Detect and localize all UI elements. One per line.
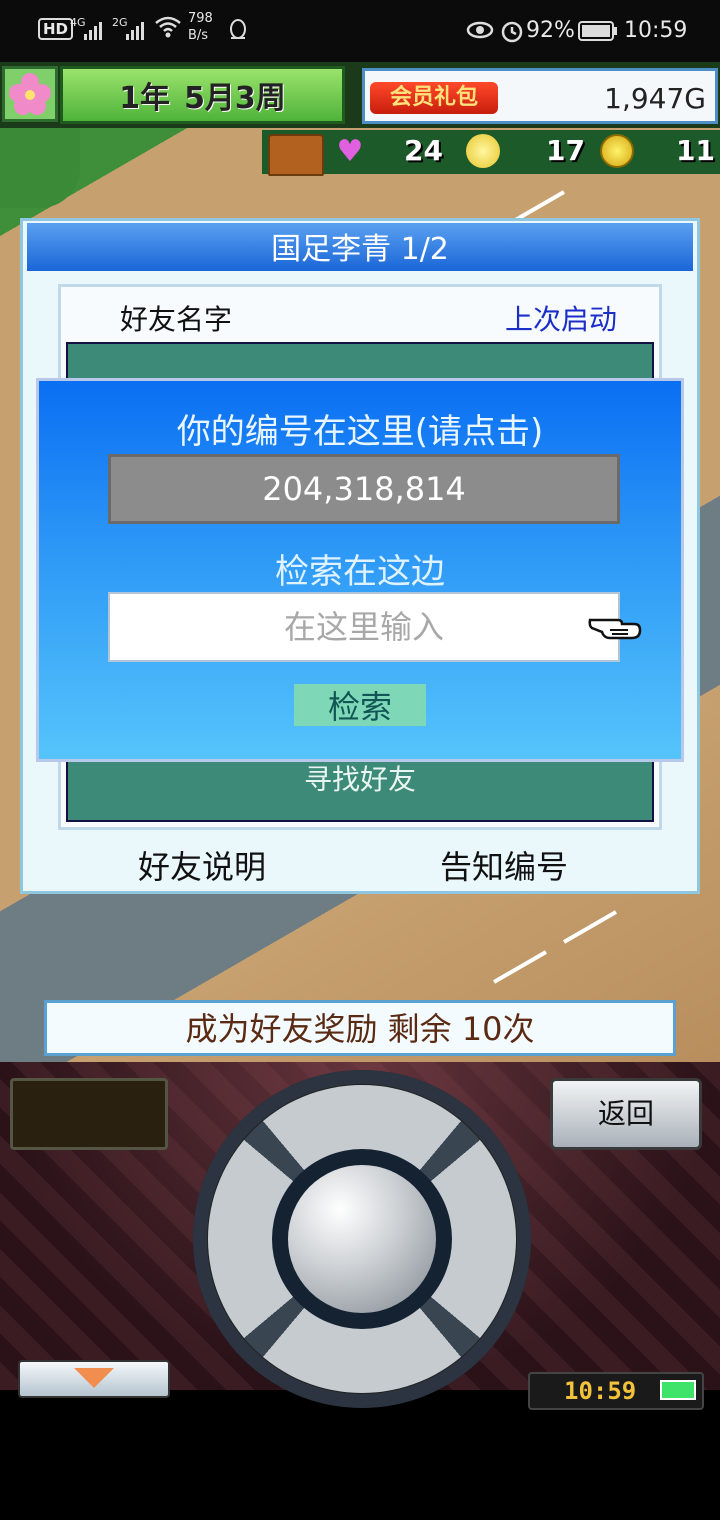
qq-icon (228, 18, 248, 46)
date-week: 5月3周 (184, 81, 286, 116)
alarm-icon (500, 19, 524, 47)
hearts-count: 24 (404, 134, 443, 167)
network-speed: 798 B/s (188, 11, 213, 43)
arrow-down-icon (74, 1368, 114, 1388)
coins-count: 11 (676, 134, 715, 167)
date-year: 1年 (119, 81, 171, 116)
wifi-icon (154, 14, 182, 44)
column-last-launch: 上次启动 (505, 303, 618, 336)
search-input[interactable] (108, 592, 620, 662)
battery-percent: 92% (526, 18, 575, 43)
signal-icon (126, 20, 144, 40)
hd-indicator: HD (38, 18, 74, 40)
search-label: 检索在这边 (275, 552, 445, 592)
tell-id-button[interactable]: 告知编号 (440, 842, 568, 888)
lcd-screen (10, 1078, 168, 1150)
treasure-chest-icon[interactable] (268, 134, 324, 176)
money-amount: 1,947G (604, 82, 706, 115)
popup-title: 你的编号在这里(请点击) (176, 412, 544, 452)
eye-icon (466, 20, 494, 44)
column-friend-name: 好友名字 (120, 303, 233, 336)
game-battery-icon (660, 1380, 696, 1400)
status-bar: HD 4G 2G 798 B/s 92% 10:59 (0, 0, 720, 62)
friend-explain-button[interactable]: 好友说明 (138, 842, 266, 888)
dpad-center-button[interactable] (288, 1165, 436, 1313)
heart-icon: ♥ (336, 134, 364, 169)
member-gift-button[interactable]: 会员礼包 (370, 82, 498, 114)
back-button[interactable]: 返回 (550, 1078, 702, 1150)
player-id-box[interactable]: 204,318,814 (108, 454, 620, 524)
battery-icon (578, 21, 618, 45)
trees (0, 128, 80, 208)
season-flower-icon[interactable] (2, 66, 58, 122)
find-friend-button[interactable]: 寻找好友 (66, 758, 654, 798)
pointing-hand-icon (588, 608, 642, 644)
coin-icon (600, 134, 634, 168)
date-panel: 1年 5月3周 (60, 66, 345, 124)
signal-icon (84, 20, 102, 40)
dialog-title: 国足李青 1/2 (27, 223, 693, 271)
search-button[interactable]: 检索 (294, 684, 426, 726)
friend-reward-bar: 成为好友奖励 剩余 10次 (44, 1000, 676, 1056)
lightbulb-icon (466, 134, 500, 168)
game-clock: 10:59 (564, 1377, 637, 1405)
ideas-count: 17 (546, 134, 585, 167)
status-time: 10:59 (624, 18, 688, 43)
